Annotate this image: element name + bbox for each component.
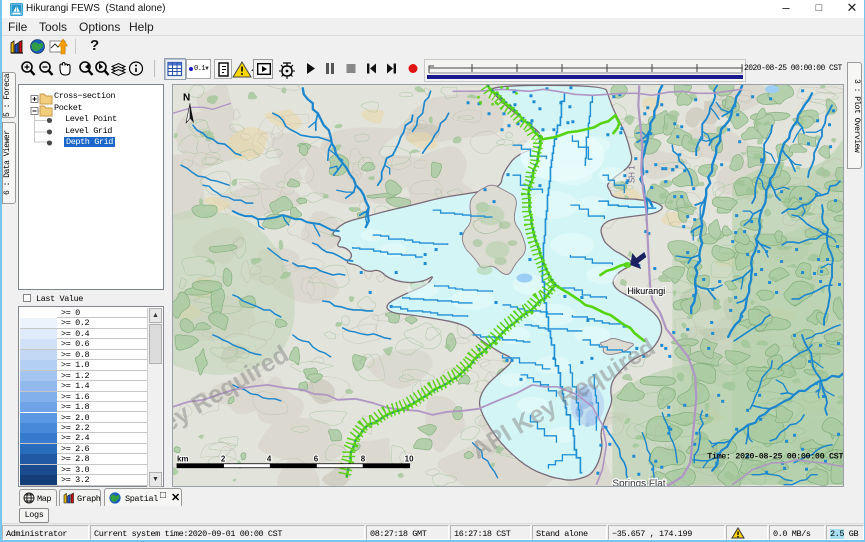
svg-text:8: 8 xyxy=(361,455,366,464)
svg-text:Springs Flat: Springs Flat xyxy=(612,479,665,487)
svg-text:4: 4 xyxy=(267,455,272,464)
svg-text:Hikurangi: Hikurangi xyxy=(627,286,665,296)
svg-text:SH 1: SH 1 xyxy=(627,165,636,183)
svg-text:6: 6 xyxy=(314,455,319,464)
svg-text:10: 10 xyxy=(405,455,414,464)
svg-text:2: 2 xyxy=(221,455,226,464)
svg-text:Time: 2020-08-25 00:00:00 CST: Time: 2020-08-25 00:00:00 CST xyxy=(707,452,843,462)
svg-text:N: N xyxy=(183,92,190,103)
svg-text:km: km xyxy=(177,455,189,464)
